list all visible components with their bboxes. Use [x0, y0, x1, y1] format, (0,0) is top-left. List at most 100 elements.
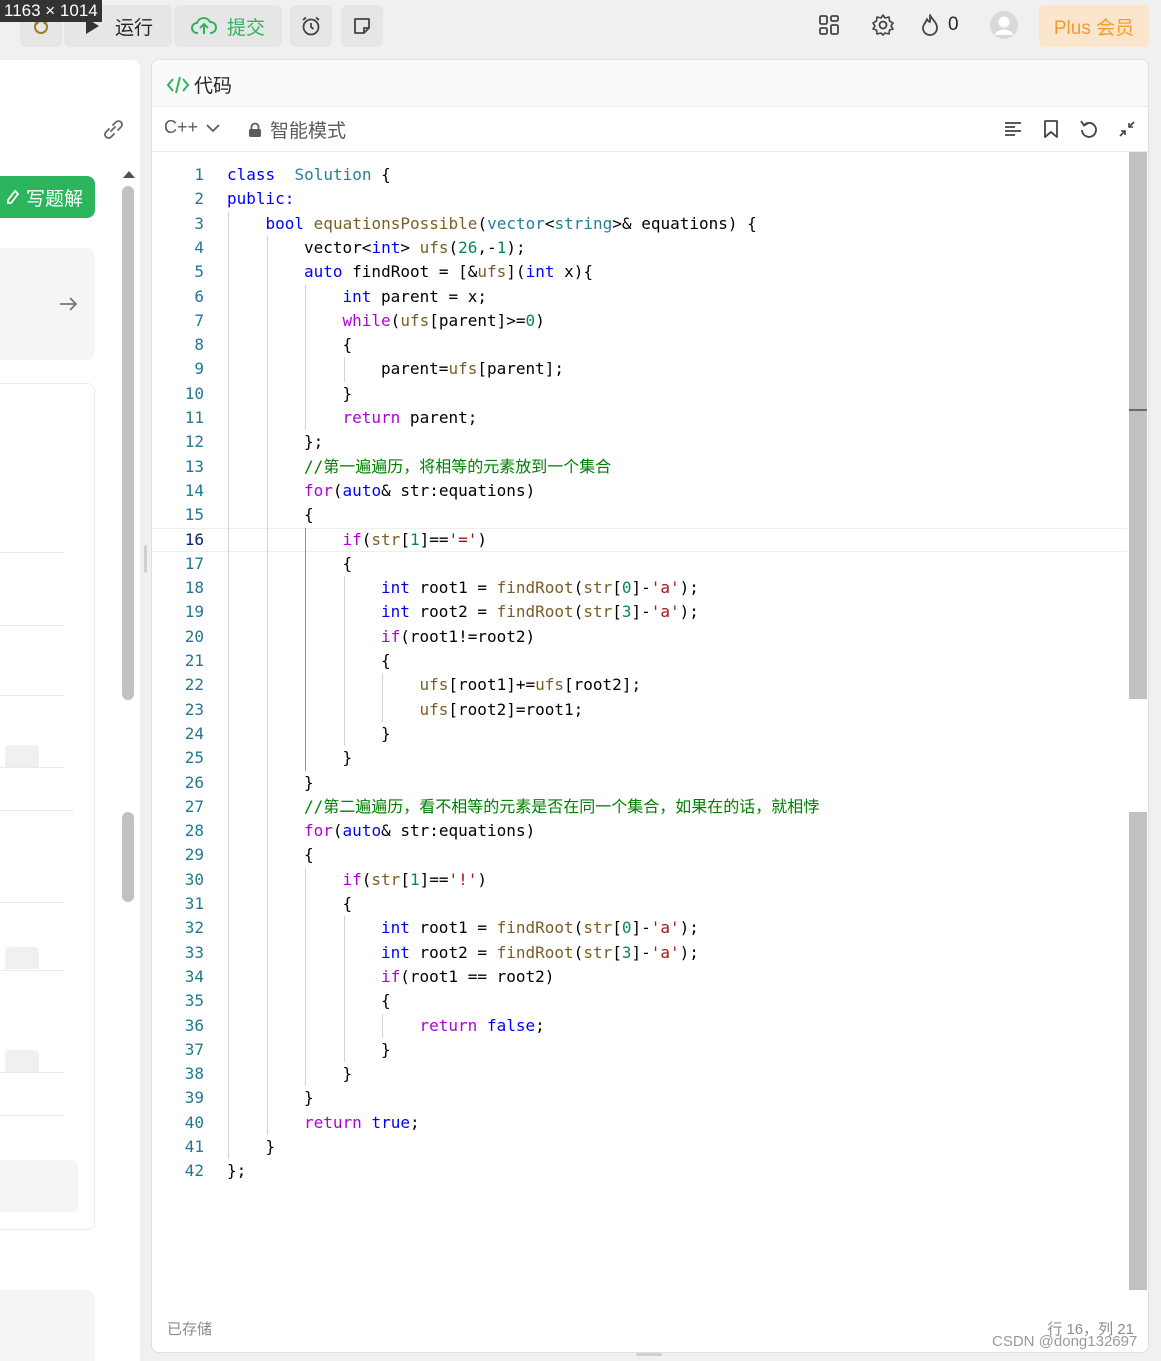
list-item [5, 745, 39, 767]
code-line[interactable]: 25} [152, 746, 1127, 770]
watermark: CSDN @dong132697 [992, 1333, 1138, 1350]
indent-guide [305, 527, 306, 771]
bookmark-button[interactable] [1039, 117, 1063, 141]
code-line[interactable]: 34 if(root1 == root2) [152, 965, 1127, 989]
code-text: auto findRoot = [&ufs](int x){ [304, 262, 593, 282]
code-line[interactable]: 6 int parent = x; [152, 285, 1127, 309]
code-line[interactable]: 29 { [152, 843, 1127, 867]
code-line[interactable]: 22 ufs[root1]+=ufs[root2]; [152, 673, 1127, 697]
user-avatar[interactable] [989, 10, 1019, 40]
layout-button[interactable] [814, 10, 844, 40]
list-divider [0, 1115, 64, 1116]
code-line[interactable]: 11 return parent; [152, 406, 1127, 430]
settings-button[interactable] [868, 10, 898, 40]
code-line[interactable]: 39} [152, 1086, 1127, 1110]
format-button[interactable] [1001, 117, 1025, 141]
code-line[interactable]: 15 { [152, 503, 1127, 527]
problem-scrollbar-thumb[interactable] [122, 186, 134, 700]
editor-scrollbar-thumb[interactable] [1129, 152, 1147, 699]
panel-resize-handle[interactable] [144, 545, 147, 573]
code-line[interactable]: 19 int root2 = findRoot(str[3]-'a'); [152, 600, 1127, 624]
plus-membership-button[interactable]: Plus 会员 [1039, 5, 1149, 47]
code-text: public: [227, 189, 295, 209]
line-number: 35 [184, 991, 204, 1011]
line-number: 24 [184, 723, 204, 743]
code-line[interactable]: 14 for(auto& str:equations) [152, 479, 1127, 503]
code-line[interactable]: 16 if(str[1]=='=') [152, 527, 1127, 552]
code-panel-header: 代码 [152, 60, 1148, 107]
code-line[interactable]: 40 return true; [152, 1111, 1127, 1135]
code-line[interactable]: 1 class Solution { [152, 163, 1127, 187]
code-line[interactable]: 17 { [152, 552, 1127, 576]
code-line[interactable]: 13 //第一遍遍历，将相等的元素放到一个集合 [152, 455, 1127, 479]
code-line[interactable]: 37} [152, 1038, 1127, 1062]
smart-mode-toggle[interactable]: 智能模式 [248, 116, 346, 143]
collapse-button[interactable] [1115, 117, 1139, 141]
line-number: 11 [184, 408, 204, 427]
code-line[interactable]: 8{ [152, 333, 1127, 357]
language-select[interactable]: C++ [164, 117, 220, 138]
code-editor[interactable]: 1 class Solution {2 public: 3 bool equations… [152, 152, 1127, 1302]
code-text: int root1 = findRoot(str[0]-'a'); [381, 578, 699, 598]
code-line[interactable]: 38} [152, 1062, 1127, 1086]
code-line[interactable]: 10} [152, 382, 1127, 406]
code-line[interactable]: 4 vector<int> ufs(26,-1); [152, 236, 1127, 260]
list-divider [0, 625, 64, 626]
problem-scrollbar-thumb-secondary[interactable] [122, 812, 134, 902]
code-line[interactable]: 41} [152, 1135, 1127, 1159]
code-text: int root2 = findRoot(str[3]-'a'); [381, 602, 699, 622]
code-line[interactable]: 5 auto findRoot = [&ufs](int x){ [152, 260, 1127, 284]
code-line[interactable]: 32 int root1 = findRoot(str[0]-'a'); [152, 916, 1127, 940]
code-line[interactable]: 31 { [152, 892, 1127, 916]
code-line[interactable]: 26} [152, 771, 1127, 795]
top-toolbar: 1163 × 1014 运行 提交 0 Plus 会员 [0, 0, 1161, 54]
notes-button[interactable] [341, 5, 383, 47]
share-link-button[interactable] [100, 116, 126, 142]
code-line[interactable]: 9 parent=ufs[parent]; [152, 357, 1127, 381]
code-line[interactable]: 28 for(auto& str:equations) [152, 819, 1127, 843]
line-number: 3 [194, 213, 204, 233]
timer-button[interactable] [290, 5, 332, 47]
write-solution-button[interactable]: 写题解 [0, 176, 95, 218]
code-text: } [342, 748, 353, 768]
line-number: 18 [184, 578, 204, 598]
code-text: if(root1!=root2) [381, 626, 536, 646]
code-text: vector<int> ufs(26,-1); [304, 237, 526, 257]
editor-scrollbar-thumb-secondary[interactable] [1129, 812, 1147, 1290]
code-text: { [381, 991, 391, 1011]
code-line[interactable]: 36 return false; [152, 1014, 1127, 1038]
code-line[interactable]: 7 while(ufs[parent]>=0) [152, 309, 1127, 333]
code-line[interactable]: 27 //第二遍遍历，看不相等的元素是否在同一个集合，如果在的话，就相悖 [152, 795, 1127, 819]
line-number: 15 [184, 505, 204, 525]
line-number: 16 [184, 529, 204, 549]
code-line[interactable]: 2 public: [152, 187, 1127, 211]
streak-counter[interactable]: 0 [920, 10, 970, 40]
editor-scrollbar[interactable] [1129, 152, 1147, 1302]
code-line[interactable]: 23 ufs[root2]=root1; [152, 698, 1127, 722]
list-divider [0, 810, 74, 811]
gear-icon [872, 14, 894, 36]
code-line[interactable]: 20 if(root1!=root2) [152, 625, 1127, 649]
indent-guide [305, 867, 306, 1087]
scroll-up-arrow[interactable] [122, 166, 136, 184]
submit-button[interactable]: 提交 [174, 5, 282, 47]
code-line[interactable]: 42}; [152, 1159, 1127, 1183]
bottom-card [0, 1290, 95, 1361]
code-line[interactable]: 21 { [152, 649, 1127, 673]
list-divider [0, 970, 64, 971]
line-number: 9 [194, 359, 204, 379]
line-number: 37 [184, 1039, 204, 1059]
code-line[interactable]: 30 if(str[1]=='!') [152, 868, 1127, 892]
code-line[interactable]: 3 bool equationsPossible(vector<string>& … [152, 212, 1127, 236]
code-line[interactable]: 33 int root2 = findRoot(str[3]-'a'); [152, 941, 1127, 965]
line-number: 12 [184, 432, 204, 452]
code-line[interactable]: 24} [152, 722, 1127, 746]
line-number: 34 [184, 966, 204, 986]
bottom-resize-handle[interactable] [636, 1353, 662, 1356]
code-line[interactable]: 18 int root1 = findRoot(str[0]-'a'); [152, 576, 1127, 600]
related-card[interactable] [0, 248, 95, 360]
submit-label: 提交 [226, 17, 265, 39]
code-line[interactable]: 12}; [152, 430, 1127, 454]
code-line[interactable]: 35 { [152, 989, 1127, 1013]
reset-button[interactable] [1077, 117, 1101, 141]
